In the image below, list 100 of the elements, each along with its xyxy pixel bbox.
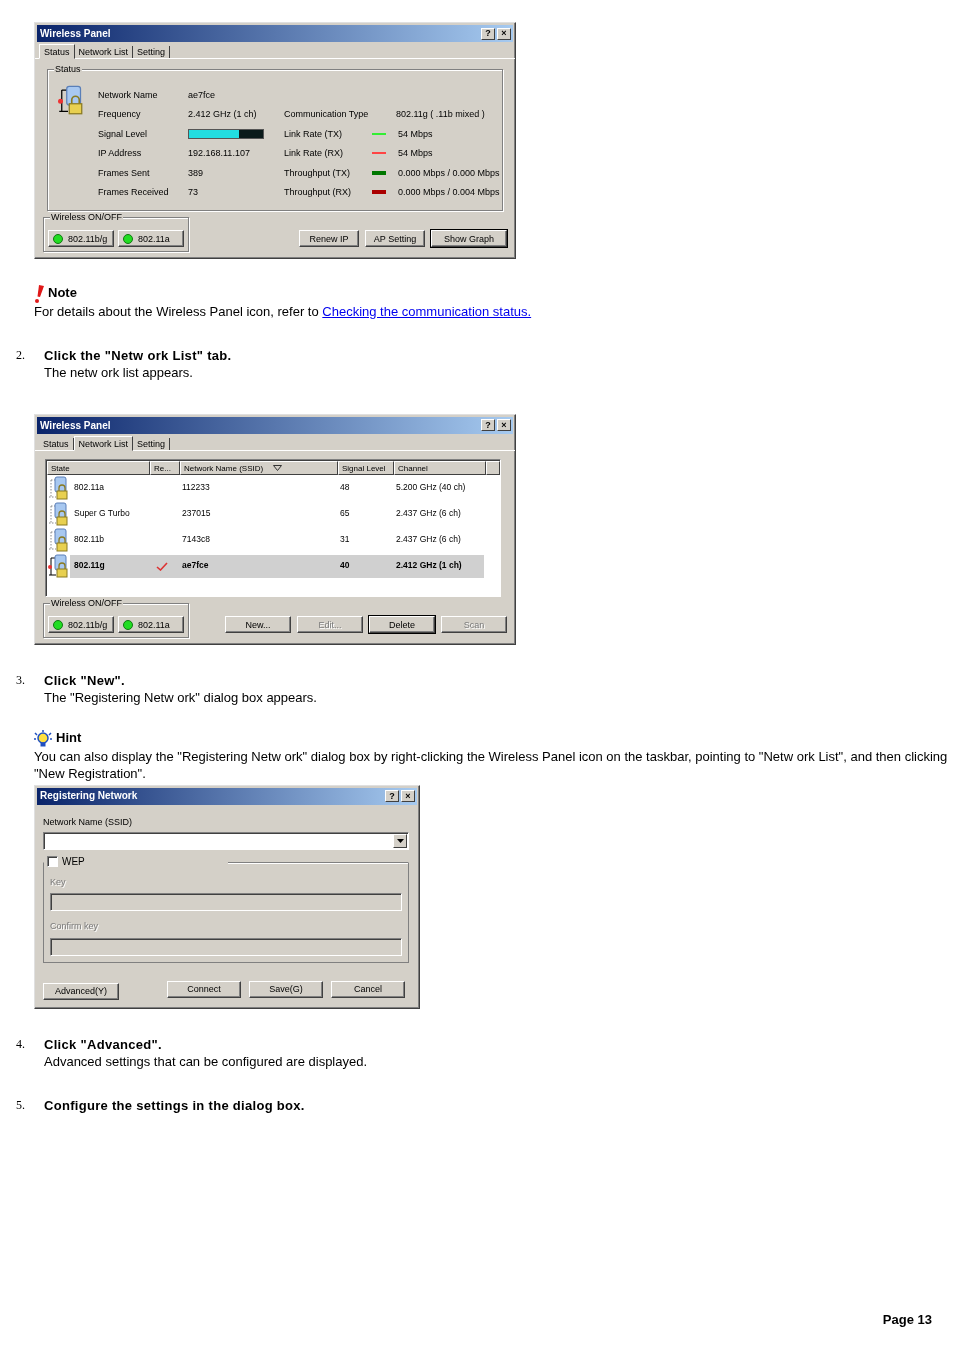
field-value: 2.412 GHz (1 ch) bbox=[188, 109, 258, 120]
input-field[interactable] bbox=[50, 893, 402, 912]
tab[interactable]: Setting bbox=[133, 437, 171, 451]
link[interactable]: Checking the communication status. bbox=[322, 303, 532, 319]
field-label: Confirm key bbox=[50, 921, 99, 932]
dialog-button[interactable]: Cancel bbox=[331, 980, 405, 998]
list-row[interactable]: 802.11b 7143c8 31 2.437 GHz (6 ch) bbox=[70, 528, 484, 552]
tab[interactable]: Network List bbox=[73, 435, 134, 452]
list-row[interactable]: 802.11g ae7fce 40 2.412 GHz (1 ch) bbox=[70, 554, 484, 578]
toggle-button[interactable]: 802.11b/g bbox=[48, 616, 114, 634]
group-title: Wireless ON/OFF bbox=[50, 598, 123, 609]
note-text: For details about the Wireless Panel icon, refer to Checking the communication status. bbox=[34, 302, 533, 320]
tab[interactable]: Status bbox=[39, 437, 74, 451]
network-name-field[interactable] bbox=[43, 832, 409, 851]
table-cell-text: 237015 bbox=[181, 509, 212, 520]
toggle-button[interactable]: 802.11a bbox=[118, 616, 184, 634]
step-description: The "Registering Netw ork" dialog box appears. bbox=[44, 689, 317, 707]
lightbulb-icon bbox=[34, 729, 52, 748]
step-number: 2. bbox=[15, 346, 26, 364]
help-button[interactable]: ? bbox=[481, 27, 495, 40]
field-value: 192.168.11.107 bbox=[188, 148, 251, 159]
column-header[interactable]: Re... bbox=[150, 461, 180, 476]
table-cell-text: 7143c8 bbox=[181, 535, 211, 546]
table-cell-text: 5.200 GHz (40 ch) bbox=[395, 483, 467, 494]
close-button[interactable]: × bbox=[497, 27, 511, 40]
field-value: 802.11g ( .11b mixed ) bbox=[395, 109, 486, 120]
check-icon bbox=[156, 561, 168, 571]
field-value: 54 Mbps bbox=[397, 148, 434, 159]
table-cell-text: 112233 bbox=[181, 483, 211, 494]
dialog-button[interactable]: Advanced(Y) bbox=[43, 982, 119, 1000]
table-cell-text: Super G Turbo bbox=[73, 509, 131, 520]
step-title: Configure the settings in the dialog box. bbox=[44, 1096, 305, 1114]
list-row[interactable]: Super G Turbo 237015 65 2.437 GHz (6 ch) bbox=[70, 502, 484, 526]
field-label: Frames Sent bbox=[98, 167, 151, 178]
dialog-button[interactable]: Show Graph bbox=[431, 230, 507, 248]
caret-icon bbox=[396, 839, 404, 844]
field-label: Communication Type bbox=[284, 109, 370, 120]
column-header[interactable]: Signal Level bbox=[338, 461, 394, 476]
step-number: 5. bbox=[15, 1096, 26, 1114]
checkbox[interactable] bbox=[47, 856, 58, 868]
field-value: 73 bbox=[188, 187, 199, 198]
table-cell-text: ae7fce bbox=[181, 561, 210, 572]
table-cell-text: 31 bbox=[339, 535, 351, 546]
step-number: 4. bbox=[15, 1035, 26, 1053]
group-title: Wireless ON/OFF bbox=[50, 212, 123, 223]
step-title: Click the "Netw ork List" tab. bbox=[44, 346, 232, 364]
field-value: 389 bbox=[188, 167, 205, 178]
sort-icon bbox=[273, 465, 283, 472]
field-label: Throughput (TX) bbox=[284, 167, 352, 178]
step-title: Click "New". bbox=[44, 672, 126, 690]
tab[interactable]: Status bbox=[39, 44, 75, 60]
tab[interactable]: Network List bbox=[74, 46, 134, 59]
table-cell-text: 2.437 GHz (6 ch) bbox=[395, 509, 462, 520]
window-title: Registering Network bbox=[40, 790, 139, 802]
table-cell-text: 2.412 GHz (1 ch) bbox=[395, 561, 463, 572]
dialog-button[interactable]: Delete bbox=[369, 616, 435, 634]
table-cell-text: 802.11g bbox=[73, 561, 106, 572]
dialog-button[interactable]: New... bbox=[225, 616, 291, 634]
step-number: 3. bbox=[15, 672, 26, 690]
input-field[interactable] bbox=[50, 937, 402, 956]
hint-text: You can also display the "Registering Netw ork" dialog box by right-clicking the Wireless Panel icon on the taskbar, pointing to "Netw ork List", and then clicking "New Registration". bbox=[34, 747, 949, 782]
dropdown-button[interactable] bbox=[393, 834, 407, 849]
help-button[interactable]: ? bbox=[481, 419, 495, 432]
field-label: Throughput (RX) bbox=[284, 187, 353, 198]
checkbox-label[interactable]: WEP bbox=[62, 856, 85, 868]
column-header[interactable]: Network Name (SSID) bbox=[180, 461, 338, 476]
close-button[interactable]: × bbox=[497, 419, 511, 432]
exclamation-icon bbox=[34, 284, 44, 303]
field-label: Frequency bbox=[98, 109, 142, 120]
column-header[interactable]: State bbox=[47, 461, 150, 476]
table-cell-text: 65 bbox=[339, 509, 351, 520]
table-cell-text: 802.11a bbox=[73, 483, 106, 494]
list-row[interactable]: 802.11a 112233 48 5.200 GHz (40 ch) bbox=[70, 476, 484, 500]
table-cell-text: 2.437 GHz (6 ch) bbox=[395, 535, 462, 546]
field-label: Link Rate (RX) bbox=[284, 148, 345, 159]
field-value: ae7fce bbox=[188, 89, 217, 100]
step-description: Advanced settings that can be configured are displayed. bbox=[44, 1052, 368, 1070]
table-cell-text: 48 bbox=[339, 483, 351, 494]
field-label: Link Rate (TX) bbox=[284, 128, 344, 139]
dialog-button[interactable]: Connect bbox=[167, 980, 241, 998]
field-value: 54 Mbps bbox=[397, 128, 434, 139]
toggle-button[interactable]: 802.11a bbox=[118, 230, 184, 248]
table-cell-text: 40 bbox=[339, 561, 351, 572]
field-label: Frames Received bbox=[98, 187, 170, 198]
field-label: IP Address bbox=[98, 148, 143, 159]
close-button[interactable]: × bbox=[401, 790, 415, 803]
dialog-button[interactable]: Renew IP bbox=[299, 230, 359, 248]
field-label: Network Name bbox=[98, 89, 159, 100]
hint-title: Hint bbox=[56, 729, 82, 748]
tab[interactable]: Setting bbox=[133, 46, 171, 59]
step-title: Click "Advanced". bbox=[44, 1035, 163, 1053]
page-number: Page 13 bbox=[882, 1311, 932, 1327]
dialog-button[interactable]: AP Setting bbox=[365, 230, 425, 248]
toggle-button[interactable]: 802.11b/g bbox=[48, 230, 114, 248]
column-header[interactable]: Channel bbox=[394, 461, 486, 476]
table-cell-text: 802.11b bbox=[73, 535, 106, 546]
help-button[interactable]: ? bbox=[385, 790, 399, 803]
field-value: 0.000 Mbps / 0.004 Mbps bbox=[397, 187, 500, 198]
window-title: Wireless Panel bbox=[40, 419, 112, 432]
dialog-button[interactable]: Save(G) bbox=[249, 980, 323, 998]
